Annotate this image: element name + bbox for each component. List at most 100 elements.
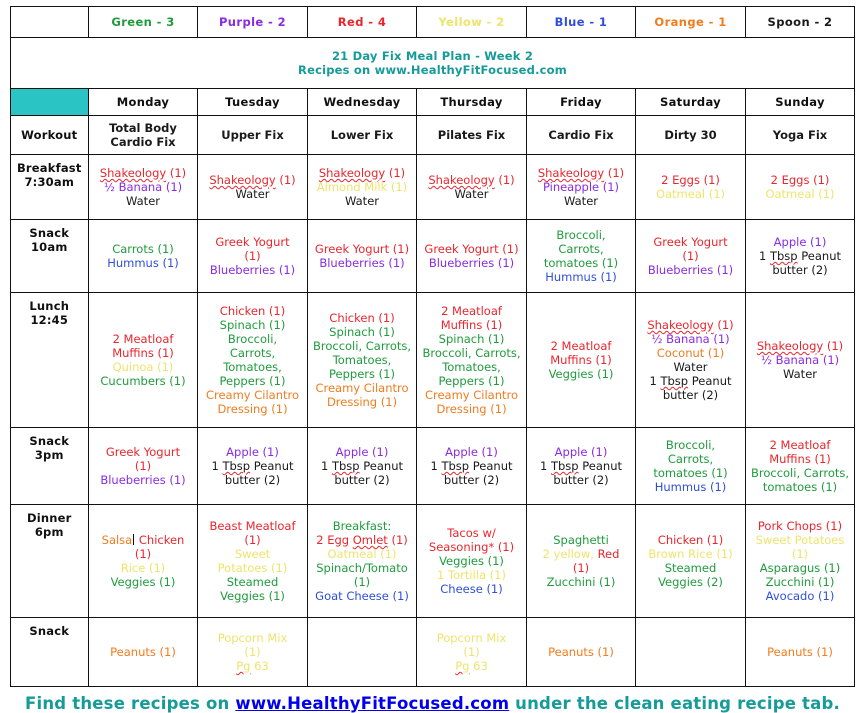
meal-cell-r6-c6[interactable]: Peanuts (1) (744, 617, 856, 687)
meal-line: 1 Tbsp Peanut (649, 374, 732, 388)
meal-line: Shakeology (1) (318, 166, 406, 180)
meal-line: (1) (353, 575, 371, 589)
meal-line: Apple (1) (335, 445, 389, 459)
meal-line: Shakeology (1) (537, 166, 625, 180)
meal-cell-r5-c6[interactable]: Pork Chops (1) Sweet Potatoes (1) Asparagus… (744, 504, 856, 618)
meal-line: Dirty 30 (664, 128, 717, 142)
meal-cell-r1-c2[interactable]: Shakeology (1) Almond Milk (1) Water (306, 154, 418, 220)
meal-cell-r0-c1[interactable]: Upper Fix (197, 115, 308, 155)
meal-cell-r2-c5[interactable]: Greek Yogurt (1) Blueberries (1) (635, 219, 746, 293)
meal-cell-r5-c0[interactable]: Salsa Chicken (1) Rice (1) Veggies (1) (87, 504, 199, 618)
footer-website-link[interactable]: www.HealthyFitFocused.com (235, 694, 509, 713)
meal-line: Water (454, 187, 489, 201)
meal-line: Broccoli, Carrots, (750, 466, 850, 480)
meal-cell-r6-c2[interactable] (306, 617, 418, 687)
meal-cell-r6-c3[interactable]: Popcorn Mix (1) Pg 63 (416, 617, 527, 687)
meal-cell-r0-c2[interactable]: Lower Fix (306, 115, 418, 155)
meal-cell-r2-c1[interactable]: Greek Yogurt (1) Blueberries (1) (197, 219, 308, 293)
meal-line: Water (673, 360, 708, 374)
meal-cell-r3-c4[interactable]: 2 Meatloaf Muffins (1) Veggies (1) (525, 292, 637, 428)
meal-line: Pineapple (1) (542, 180, 620, 194)
meal-cell-r1-c3[interactable]: Shakeology (1) Water (416, 154, 527, 220)
meal-line: 2 Egg Omlet (1) (316, 533, 408, 547)
meal-line: Chicken (1) (657, 533, 724, 547)
meal-cell-r0-c6[interactable]: Yoga Fix (744, 115, 856, 155)
meal-cell-r4-c4[interactable]: Apple (1) 1 Tbsp Peanut butter (2) (525, 427, 637, 505)
meal-cell-r6-c0[interactable]: Peanuts (1) (87, 617, 199, 687)
meal-line: Dressing (1) (217, 402, 288, 416)
meal-line: Creamy Cilantro (205, 388, 300, 402)
meal-line: Shakeology (1) (647, 318, 734, 332)
meal-cell-r4-c5[interactable]: Broccoli, Carrots, tomatoes (1) Hummus (1) (635, 427, 746, 505)
meal-line: Carrots, (229, 346, 276, 360)
meal-cell-r1-c1[interactable]: Shakeology (1) Water (197, 154, 308, 220)
meal-line: Quinoa (1) (112, 360, 174, 374)
meal-cell-r4-c1[interactable]: Apple (1) 1 Tbsp Peanut butter (2) (197, 427, 308, 505)
meal-cell-r3-c2[interactable]: Chicken (1) Spinach (1) Broccoli, Carrots,… (306, 292, 418, 428)
meal-line: Water (783, 367, 817, 381)
meal-cell-r4-c0[interactable]: Greek Yogurt (1) Blueberries (1) (87, 427, 199, 505)
meal-line: Seasoning* (1) (428, 540, 515, 554)
meal-line: Apple (1) (773, 235, 827, 249)
meal-cell-r2-c0[interactable]: Carrots (1) Hummus (1) (87, 219, 199, 293)
meal-cell-r2-c2[interactable]: Greek Yogurt (1) Blueberries (1) (306, 219, 418, 293)
day-header-saturday: Saturday (635, 88, 746, 116)
meal-line: Pg 63 (455, 659, 488, 673)
meal-cell-r5-c3[interactable]: Tacos w/Seasoning* (1) Veggies (1) 1 Torti… (416, 504, 527, 618)
meal-line: butter (2) (772, 263, 828, 277)
meal-line: Greek Yogurt (653, 235, 728, 249)
meal-line: Carrots, (667, 452, 714, 466)
meal-cell-r1-c4[interactable]: Shakeology (1) Pineapple (1) Water (525, 154, 637, 220)
meal-cell-r3-c5[interactable]: Shakeology (1) ½ Banana (1) Coconut (1) Wat… (635, 292, 746, 428)
meal-cell-r4-c6[interactable]: 2 Meatloaf Muffins (1) Broccoli, Carrots, t… (744, 427, 856, 505)
meal-line: Pork Chops (1) (757, 519, 843, 533)
row-label-1: Breakfast 7:30am (9, 154, 89, 220)
footer-text-before: Find these recipes on (25, 694, 236, 713)
meal-line: Sweet (234, 547, 271, 561)
meal-cell-r5-c1[interactable]: Beast Meatloaf (1) Sweet Potatoes (1) Steame… (197, 504, 308, 618)
meal-line: Spinach (1) (438, 332, 505, 346)
meal-line: 2 Meatloaf (112, 332, 174, 346)
meal-cell-r2-c4[interactable]: Broccoli, Carrots, tomatoes (1) Hummus (1) (525, 219, 637, 293)
meal-cell-r6-c5[interactable] (635, 617, 746, 687)
meal-line: Broccoli, (556, 228, 606, 242)
meal-cell-r4-c2[interactable]: Apple (1) 1 Tbsp Peanut butter (2) (306, 427, 418, 505)
legend-item-0: Green - 3 (87, 6, 199, 38)
row-label-3: Lunch 12:45 (9, 292, 89, 428)
meal-cell-r1-c5[interactable]: 2 Eggs (1) Oatmeal (1) (635, 154, 746, 220)
row-label-line1: Lunch (29, 299, 70, 313)
meal-cell-r3-c3[interactable]: 2 Meatloaf Muffins (1) Spinach (1) Broccoli… (416, 292, 527, 428)
meal-cell-r6-c1[interactable]: Popcorn Mix (1) Pg 63 (197, 617, 308, 687)
legend-item-4: Blue - 1 (525, 6, 637, 38)
meal-line: Greek Yogurt (1) (424, 242, 519, 256)
meal-line: Cardio Fix (110, 135, 176, 149)
row-label-line1: Workout (21, 128, 78, 142)
table-row: Snack Peanuts (1) Popcorn Mix (1) Pg 63 Popco… (9, 617, 856, 687)
meal-cell-r2-c6[interactable]: Apple (1) 1 Tbsp Peanut butter (2) (744, 219, 856, 293)
meal-cell-r5-c4[interactable]: Spaghetti 2 yellow, Red (1) Zucchini (1) (525, 504, 637, 618)
meal-line: (1) (244, 645, 261, 659)
meal-cell-r3-c1[interactable]: Chicken (1) Spinach (1) Broccoli, Carrots, T… (197, 292, 308, 428)
meal-cell-r6-c4[interactable]: Peanuts (1) (525, 617, 637, 687)
meal-cell-r3-c6[interactable]: Shakeology (1) ½ Banana (1) Water (744, 292, 856, 428)
meal-cell-r1-c6[interactable]: 2 Eggs (1) Oatmeal (1) (744, 154, 856, 220)
meal-line: Almond Milk (1) (316, 180, 408, 194)
meal-cell-r1-c0[interactable]: Shakeology (1) ½ Banana (1) Water (87, 154, 199, 220)
meal-cell-r5-c5[interactable]: Chicken (1) Brown Rice (1) Steamed Veggies … (635, 504, 746, 618)
row-label-line1: Breakfast (16, 161, 82, 175)
meal-line: Greek Yogurt (215, 235, 290, 249)
meal-line: Spinach (1) (329, 325, 395, 339)
meal-cell-r0-c0[interactable]: Total Body Cardio Fix (87, 115, 199, 155)
meal-cell-r3-c0[interactable]: 2 Meatloaf Muffins (1) Quinoa (1) Cucumbers… (87, 292, 199, 428)
meal-cell-r0-c3[interactable]: Pilates Fix (416, 115, 527, 155)
legend-item-1: Purple - 2 (197, 6, 308, 38)
meal-line: Dressing (1) (326, 395, 398, 409)
meal-cell-r2-c3[interactable]: Greek Yogurt (1) Blueberries (1) (416, 219, 527, 293)
meal-cell-r0-c4[interactable]: Cardio Fix (525, 115, 637, 155)
meal-cell-r0-c5[interactable]: Dirty 30 (635, 115, 746, 155)
meal-cell-r5-c2[interactable]: Breakfast: 2 Egg Omlet (1) Oatmeal (1) Spin… (306, 504, 418, 618)
meal-cell-r4-c3[interactable]: Apple (1) 1 Tbsp Peanut butter (2) (416, 427, 527, 505)
meal-line: Chicken (1) (219, 304, 286, 318)
day-header-friday: Friday (525, 88, 637, 116)
table-row: Lunch 12:45 2 Meatloaf Muffins (1) Quinoa (1… (9, 292, 856, 428)
